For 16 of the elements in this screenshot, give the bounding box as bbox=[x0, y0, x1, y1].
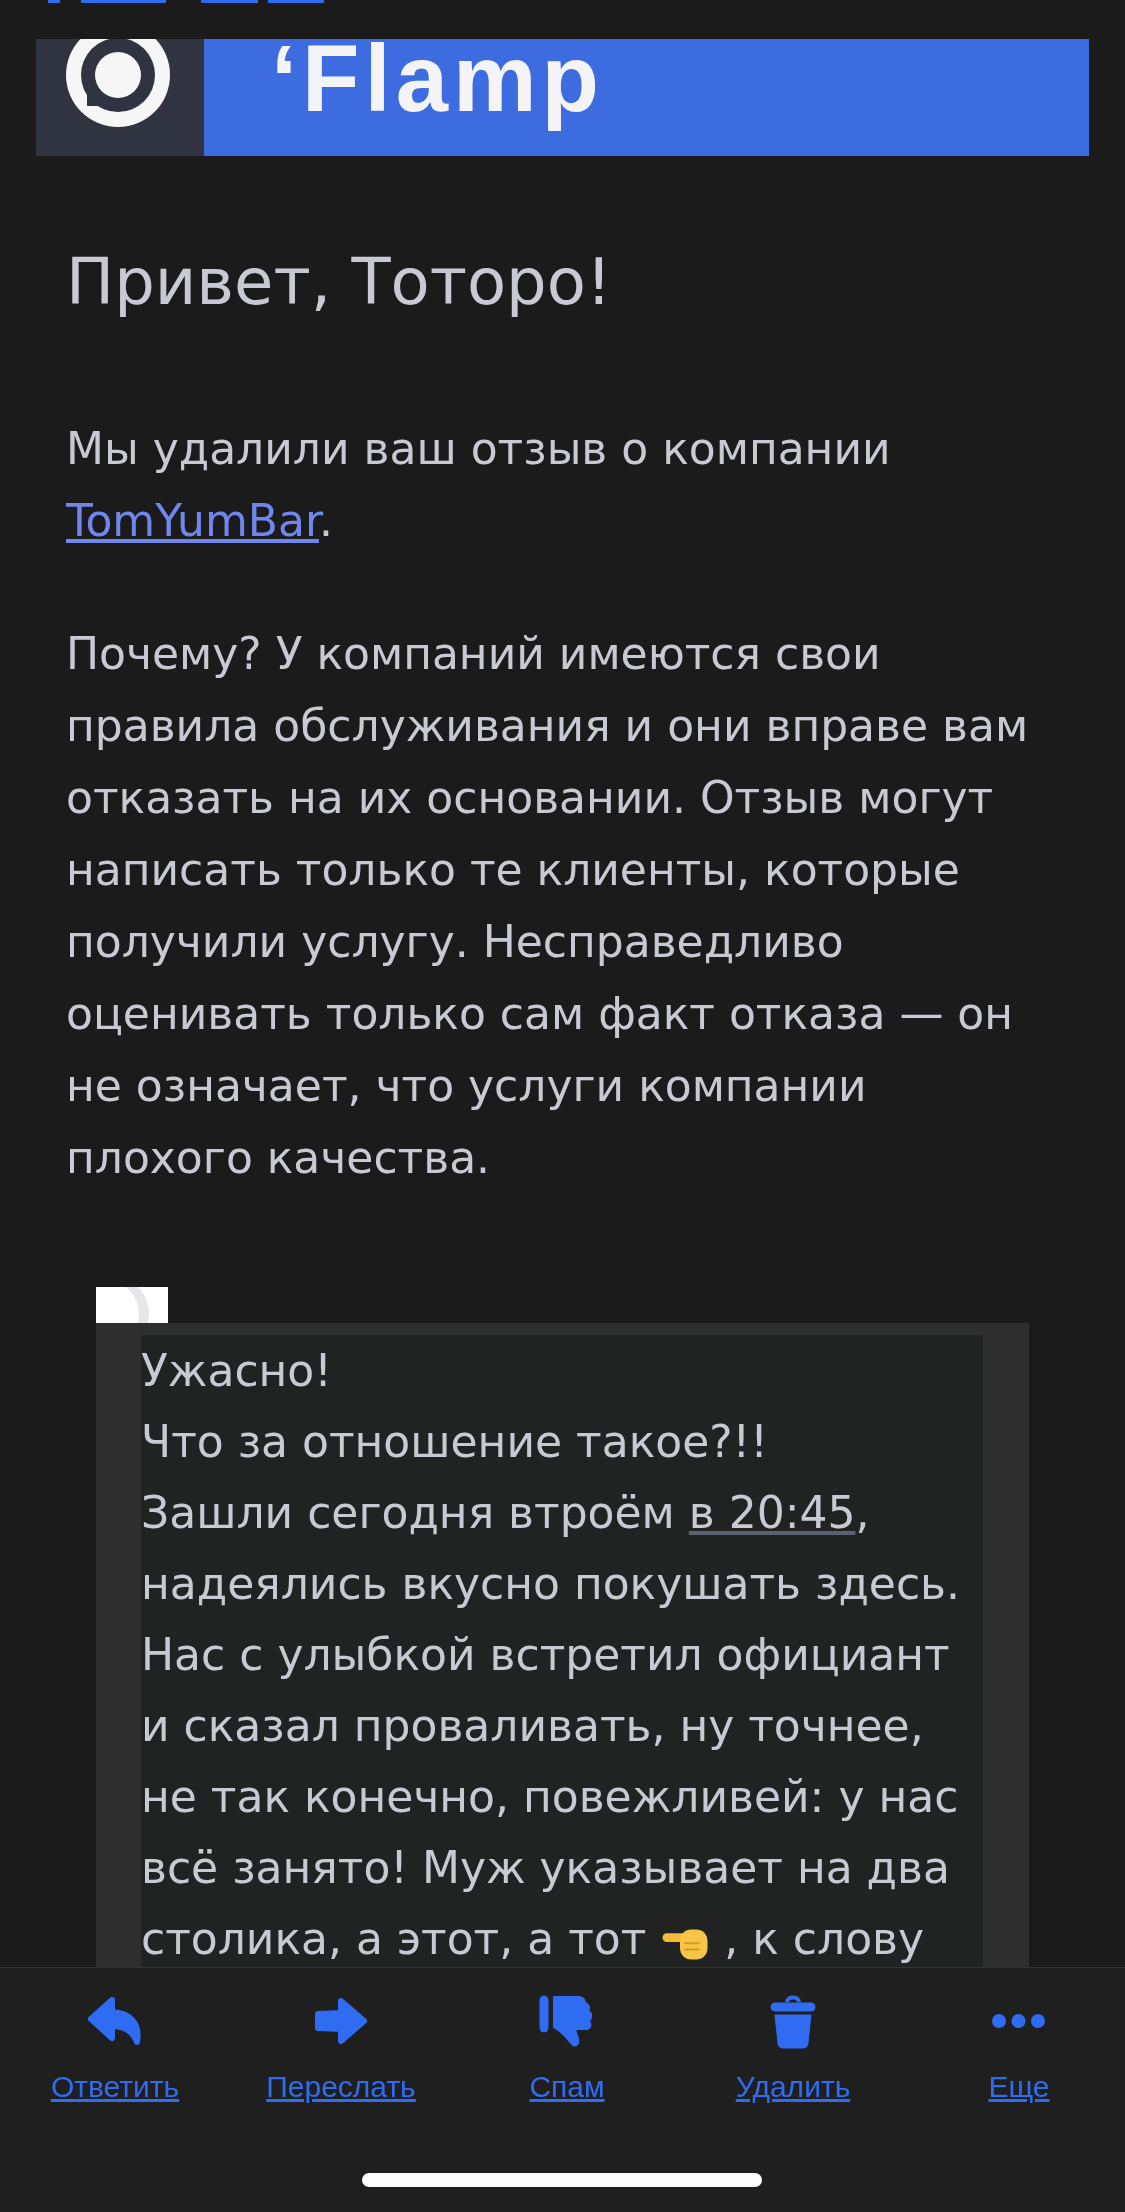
logo-icon bbox=[36, 39, 204, 156]
more-icon bbox=[992, 2014, 1046, 2028]
company-link[interactable]: TomYumBar bbox=[66, 495, 319, 546]
logo-text: ‘Flamp bbox=[271, 25, 604, 133]
trash-button[interactable]: Удалить bbox=[735, 1993, 851, 2105]
time-link[interactable]: в 20:45 bbox=[688, 1487, 856, 1538]
image-placeholder bbox=[96, 1287, 168, 1323]
quote-paragraph: Ужасно! bbox=[141, 1344, 333, 1398]
body-paragraph: Почему? У компаний имеются свои правила обслуживания и они вправе вам отказать на их основании. Отзыв могут написать только те клиенты, которые получили услугу. Несправедливо оценивать только сам факт отказа — он не означает, что услуги компании плохого качества. bbox=[66, 627, 1030, 1185]
spam-button[interactable]: Спам bbox=[529, 1993, 605, 2105]
reply-button[interactable]: Ответить bbox=[50, 1993, 180, 2105]
greeting-heading: Привет, Тоторо! bbox=[66, 246, 613, 318]
quote-paragraph: Что за отношение такое?!! bbox=[141, 1415, 769, 1469]
body-paragraph: Мы удалили ваш отзыв о компании TomYumBar. bbox=[66, 422, 892, 548]
forward-button[interactable]: Переслать bbox=[266, 1993, 416, 2105]
more-button[interactable]: Еще bbox=[988, 1993, 1050, 2105]
